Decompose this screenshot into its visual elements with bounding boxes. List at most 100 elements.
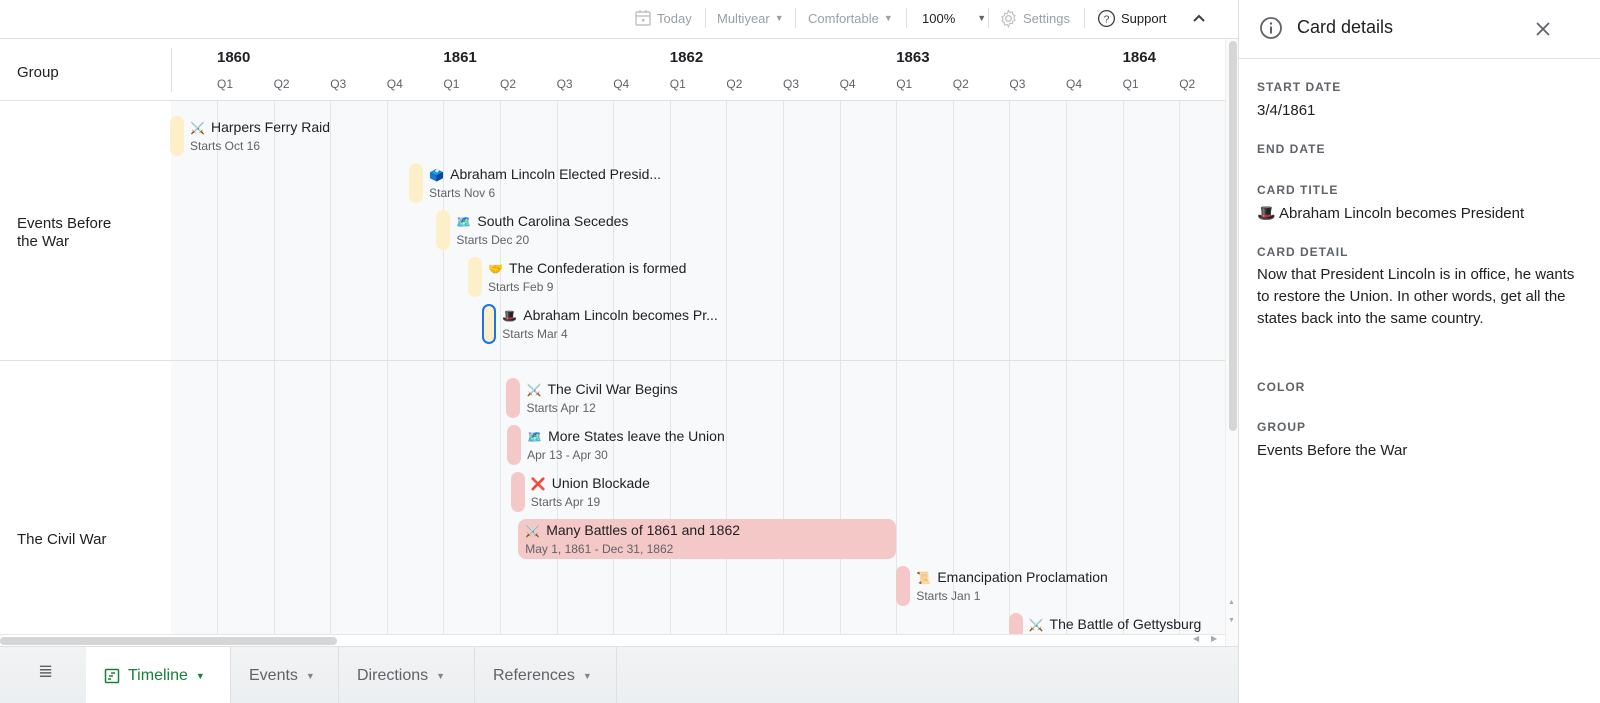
vertical-scroll-thumb[interactable] — [1229, 41, 1237, 431]
card-emoji-icon: 🤝 — [488, 262, 503, 276]
settings-label: Settings — [1023, 10, 1070, 26]
chevron-up-icon — [1193, 14, 1205, 22]
tab-label: Directions — [357, 666, 429, 684]
divider — [1084, 8, 1085, 28]
card-subtitle: Starts Feb 9 — [488, 280, 554, 294]
scroll-up-icon[interactable]: ▲ — [1228, 599, 1235, 606]
card-bar[interactable] — [170, 116, 184, 156]
settings-button[interactable]: Settings — [999, 0, 1070, 36]
card-title: 🗺️ South Carolina Secedes — [456, 212, 628, 231]
support-button[interactable]: ? Support — [1097, 0, 1167, 36]
caret-down-icon: ▼ — [883, 13, 893, 23]
collapse-toolbar-button[interactable] — [1192, 0, 1206, 36]
card-bar[interactable] — [510, 472, 525, 512]
card-bar[interactable] — [507, 425, 522, 465]
card-subtitle: Starts Mar 4 — [502, 327, 568, 341]
group-label-before-war: Events Before the War — [17, 215, 112, 250]
calendar-icon — [635, 10, 651, 26]
all-sheets-menu-icon[interactable]: ≣ — [38, 661, 53, 682]
card-title: ⚔️ Many Battles of 1861 and 1862 — [525, 521, 740, 540]
card-detail-label: CARD DETAIL — [1257, 245, 1349, 259]
card-bar[interactable] — [436, 210, 451, 250]
year-label: 1860 — [217, 49, 251, 66]
card-emoji-icon: 🗺️ — [527, 430, 543, 444]
card-text: 📜 Emancipation Proclamation Starts Jan 1 — [916, 568, 1107, 604]
card-text: ⚔️ The Civil War Begins Starts Apr 12 — [526, 380, 677, 416]
view-dropdown[interactable]: Multiyear ▼ — [717, 0, 784, 36]
gridline — [217, 101, 218, 634]
zoom-level: 100% — [922, 10, 956, 26]
quarter-label: Q2 — [500, 77, 517, 91]
divider — [171, 48, 172, 92]
timeline-icon — [104, 668, 120, 683]
card-title-text: Union Blockade — [551, 475, 650, 491]
tab-directions[interactable]: Directions ▼ — [339, 647, 475, 703]
gear-icon — [1001, 8, 1016, 28]
horizontal-scrollbar[interactable]: ◀ ▶ — [0, 634, 1225, 646]
tab-timeline[interactable]: Timeline ▼ — [86, 647, 231, 703]
today-button[interactable]: Today — [634, 0, 692, 36]
card-bar[interactable] — [896, 566, 911, 606]
scroll-right-icon[interactable]: ▶ — [1211, 634, 1217, 643]
tab-references[interactable]: References ▼ — [475, 647, 617, 703]
panel-title: Card details — [1297, 17, 1394, 37]
scroll-down-icon[interactable]: ▼ — [1228, 617, 1235, 624]
density-dropdown[interactable]: Comfortable ▼ — [808, 0, 893, 36]
card-title-text: The Confederation is formed — [509, 260, 687, 276]
group-column: Events Before the War The Civil War — [0, 101, 171, 634]
card-emoji-icon: 🗺️ — [456, 215, 472, 229]
divider — [988, 8, 989, 28]
quarter-label: Q1 — [896, 77, 913, 91]
card-title-text: South Carolina Secedes — [477, 213, 629, 229]
card-detail-value[interactable]: Now that President Lincoln is in office,… — [1257, 264, 1577, 330]
card-title-text: The Civil War Begins — [547, 381, 678, 397]
card-subtitle: May 1, 1861 - Dec 31, 1862 — [525, 542, 674, 556]
quarter-label: Q3 — [783, 77, 800, 91]
caret-down-icon: ▼ — [436, 670, 446, 681]
card-bar[interactable] — [506, 378, 521, 418]
vertical-scrollbar[interactable]: ▲ ▼ — [1225, 39, 1238, 646]
card-text: 🤝 The Confederation is formed Starts Feb 9 — [488, 259, 686, 295]
color-value[interactable] — [1257, 400, 1577, 420]
card-title: 📜 Emancipation Proclamation — [916, 568, 1107, 587]
card-emoji-icon: ⚔️ — [190, 121, 205, 135]
card-bar[interactable] — [468, 257, 483, 297]
card-title: 🗺️ More States leave the Union — [527, 427, 725, 446]
scroll-left-icon[interactable]: ◀ — [1193, 634, 1199, 643]
card-emoji-icon: 🗳️ — [429, 168, 445, 182]
close-icon[interactable] — [1531, 17, 1555, 41]
tab-events[interactable]: Events ▼ — [231, 647, 339, 703]
caret-down-icon: ▼ — [195, 670, 205, 681]
card-title-text: Emancipation Proclamation — [937, 569, 1108, 585]
zoom-dropdown[interactable]: 100% ▼ — [922, 0, 986, 36]
end-date-value[interactable] — [1257, 162, 1577, 182]
quarter-label: Q4 — [613, 77, 630, 91]
divider — [705, 8, 706, 28]
quarter-label: Q2 — [273, 77, 290, 91]
group-label-civil-war: The Civil War — [17, 531, 107, 548]
group-value[interactable]: Events Before the War — [1257, 440, 1577, 462]
card-bar[interactable] — [482, 304, 497, 344]
caret-down-icon: ▼ — [977, 13, 987, 23]
gridline — [386, 101, 388, 634]
today-label: Today — [657, 10, 692, 26]
card-text: ⚔️ The Battle of Gettysburg — [1029, 615, 1202, 635]
card-title: ⚔️ Harpers Ferry Raid — [190, 118, 330, 137]
sheet-tab-bar: ≣ Timeline ▼ Events ▼ Directions ▼ Refer… — [0, 646, 1238, 703]
card-subtitle: Apr 13 - Apr 30 — [527, 448, 608, 462]
card-title: ❌ Union Blockade — [531, 474, 650, 493]
card-title-text: More States leave the Union — [548, 428, 725, 444]
quarter-label: Q2 — [952, 77, 969, 91]
card-subtitle: Starts Nov 6 — [429, 186, 496, 200]
card-bar[interactable] — [409, 163, 424, 203]
start-date-value[interactable]: 3/4/1861 — [1257, 100, 1577, 122]
start-date-label: START DATE — [1257, 80, 1342, 94]
card-title-value[interactable]: 🎩 Abraham Lincoln becomes President — [1257, 203, 1577, 225]
year-label: 1863 — [896, 49, 930, 66]
card-text: 🗺️ South Carolina Secedes Starts Dec 20 — [456, 212, 628, 248]
quarter-label: Q3 — [556, 77, 573, 91]
panel-header: Card details — [1239, 0, 1600, 59]
card-details-panel: Card details START DATE 3/4/1861 END DAT… — [1238, 0, 1600, 703]
horizontal-scroll-thumb[interactable] — [0, 637, 337, 645]
card-subtitle: Starts Dec 20 — [456, 233, 530, 247]
